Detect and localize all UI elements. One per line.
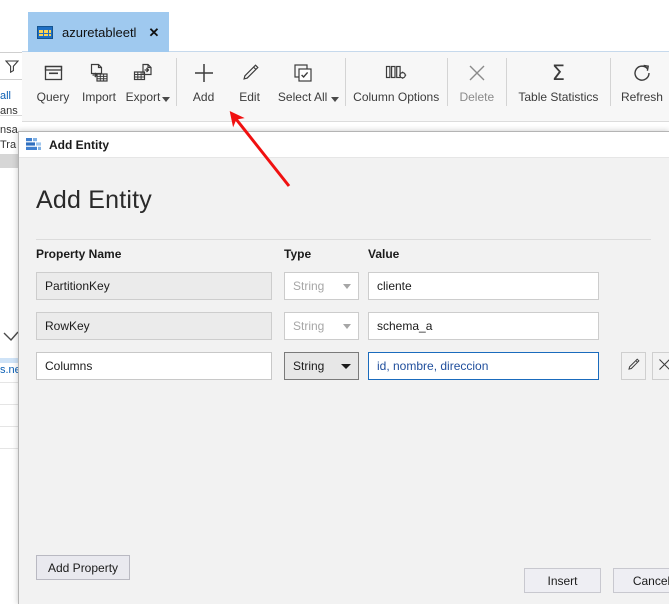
- application-root: all ans nsa Tra s.ne azuretableetl ✕ Que…: [0, 0, 669, 604]
- delete-x-icon: [466, 60, 488, 86]
- refresh-icon: [631, 60, 653, 86]
- toolbar-divider: [344, 58, 346, 106]
- rail-divider: [0, 115, 22, 116]
- close-icon[interactable]: ✕: [148, 26, 159, 39]
- type-dropdown-value: String: [293, 279, 325, 293]
- delete-x-icon: [657, 357, 669, 375]
- row-action-buttons: [621, 352, 669, 380]
- toolbar-label: Query: [36, 90, 70, 104]
- import-icon: [88, 60, 110, 86]
- dialog-title: Add Entity: [49, 137, 109, 152]
- toolbar-label: Refresh: [620, 90, 663, 104]
- property-name-input[interactable]: [36, 312, 272, 340]
- tab-label: azuretableetl: [62, 24, 137, 40]
- table-icon: [37, 25, 53, 39]
- select-all-icon: [292, 60, 314, 86]
- pencil-icon: [626, 357, 641, 375]
- dialog-footer: Insert Cancel: [19, 562, 669, 604]
- delete-property-button[interactable]: [652, 352, 669, 380]
- value-input[interactable]: [368, 272, 599, 300]
- toolbar-label: Export: [125, 90, 161, 104]
- cancel-button[interactable]: Cancel: [613, 568, 669, 593]
- sigma-icon: Σ: [551, 60, 566, 85]
- export-dropdown-caret[interactable]: [162, 97, 170, 102]
- type-dropdown-value: String: [293, 319, 325, 333]
- toolbar-button-select-all[interactable]: Select All: [273, 52, 333, 112]
- ribbon-toolbar: Query Import Export Add Edit Select All …: [22, 52, 669, 122]
- type-dropdown[interactable]: String: [284, 312, 359, 340]
- chevron-down-icon: [341, 363, 351, 369]
- add-entity-icon: [26, 137, 41, 152]
- dialog-titlebar: Add Entity: [19, 132, 669, 158]
- type-dropdown[interactable]: String: [284, 352, 359, 380]
- tab-strip: azuretableetl ✕: [22, 0, 669, 52]
- toolbar-label: Import: [82, 90, 117, 104]
- tab-azuretableetl[interactable]: azuretableetl ✕: [28, 12, 170, 52]
- toolbar-button-refresh[interactable]: Refresh: [615, 52, 669, 112]
- property-name-input[interactable]: [36, 272, 272, 300]
- plus-icon: [192, 60, 216, 86]
- edit-property-button[interactable]: [621, 352, 646, 380]
- insert-button[interactable]: Insert: [524, 568, 601, 593]
- column-header-property-name: Property Name: [36, 247, 122, 261]
- dialog-body: Add Entity Property Name Type Value Stri…: [19, 158, 669, 604]
- toolbar-button-import[interactable]: Import: [76, 52, 122, 112]
- toolbar-button-add[interactable]: Add: [181, 52, 227, 112]
- rail-text-columns[interactable]: ans: [0, 105, 22, 118]
- toolbar-button-table-statistics[interactable]: Σ Table Statistics: [510, 52, 606, 112]
- toolbar-label: Add: [192, 90, 215, 104]
- toolbar-label: Table Statistics: [518, 90, 599, 104]
- value-input[interactable]: [368, 352, 599, 380]
- chevron-down-icon: [343, 323, 351, 329]
- query-icon: [43, 60, 64, 86]
- toolbar-divider: [610, 58, 611, 106]
- select-all-dropdown-caret[interactable]: [330, 97, 339, 102]
- toolbar-label: Column Options: [353, 90, 440, 104]
- chevron-down-icon[interactable]: [2, 330, 19, 344]
- toolbar-button-column-options[interactable]: Column Options: [349, 52, 443, 112]
- column-options-icon: [384, 60, 408, 86]
- toolbar-button-query[interactable]: Query: [30, 52, 76, 112]
- toolbar-label: Delete: [459, 90, 495, 104]
- rail-text-all[interactable]: all: [0, 90, 22, 103]
- pencil-icon: [239, 60, 261, 86]
- chevron-down-icon: [343, 283, 351, 289]
- toolbar-button-export[interactable]: Export: [122, 52, 164, 112]
- value-input[interactable]: [368, 312, 599, 340]
- toolbar-button-edit[interactable]: Edit: [227, 52, 273, 112]
- property-name-input[interactable]: [36, 352, 272, 380]
- toolbar-label: Select All: [277, 90, 328, 104]
- type-dropdown-value: String: [293, 359, 325, 373]
- toolbar-divider: [176, 58, 177, 106]
- column-header-type: Type: [284, 247, 312, 261]
- toolbar-label: Edit: [239, 90, 260, 104]
- type-dropdown[interactable]: String: [284, 272, 359, 300]
- dialog-heading-rule: [36, 239, 651, 240]
- dialog-heading: Add Entity: [36, 186, 152, 214]
- toolbar-divider: [505, 58, 507, 106]
- toolbar-divider: [447, 58, 448, 106]
- filter-icon[interactable]: [0, 52, 22, 80]
- add-entity-dialog: Add Entity Add Entity Property Name Type…: [18, 131, 669, 604]
- export-icon: [132, 60, 154, 86]
- column-header-value: Value: [368, 247, 400, 261]
- toolbar-button-delete[interactable]: Delete: [452, 52, 502, 112]
